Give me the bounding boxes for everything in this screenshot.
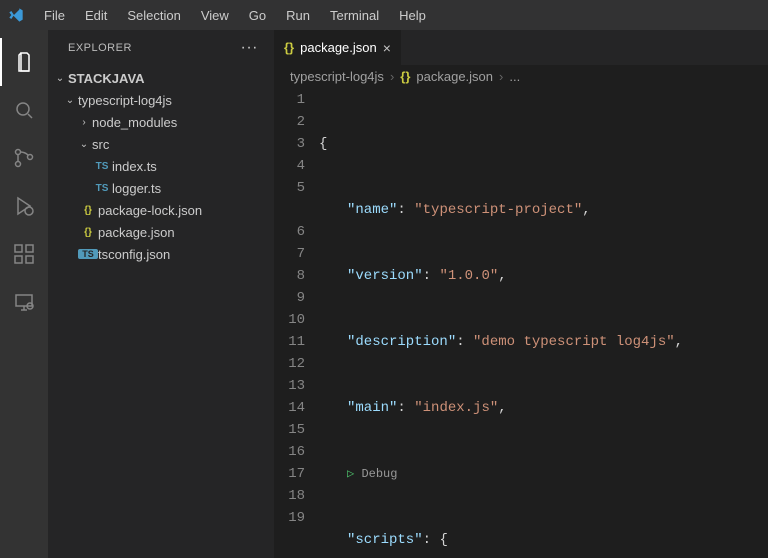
tab-label: package.json xyxy=(300,40,377,55)
folder-src[interactable]: ⌄ src xyxy=(48,133,274,155)
file-logger-ts[interactable]: TS logger.ts xyxy=(48,177,274,199)
file-tsconfig[interactable]: TS tsconfig.json xyxy=(48,243,274,265)
activity-bar xyxy=(0,30,48,558)
chevron-right-icon: › xyxy=(76,117,92,128)
menu-file[interactable]: File xyxy=(36,6,73,25)
chevron-down-icon: ⌄ xyxy=(76,139,92,150)
tsconfig-file-icon: TS xyxy=(78,249,98,259)
breadcrumb-tail: ... xyxy=(509,69,520,84)
breadcrumb-file[interactable]: package.json xyxy=(416,69,493,84)
source-control-icon[interactable] xyxy=(0,134,48,182)
workspace-root[interactable]: ⌄ STACKJAVA xyxy=(48,67,274,89)
close-icon[interactable]: × xyxy=(383,40,391,56)
editor-area: {} package.json × typescript-log4js › {}… xyxy=(274,30,768,558)
ts-file-icon: TS xyxy=(92,183,112,194)
chevron-down-icon: ⌄ xyxy=(62,95,78,106)
remote-icon[interactable] xyxy=(0,278,48,326)
editor[interactable]: 12345678910111213141516171819 { "name": … xyxy=(274,87,768,558)
debug-codelens[interactable]: ▷ Debug xyxy=(319,463,768,485)
line-gutter: 12345678910111213141516171819 xyxy=(274,89,319,558)
chevron-right-icon: › xyxy=(499,69,503,84)
title-bar: File Edit Selection View Go Run Terminal… xyxy=(0,0,768,30)
search-icon[interactable] xyxy=(0,86,48,134)
vscode-logo-icon xyxy=(8,7,24,23)
chevron-down-icon: ⌄ xyxy=(52,73,68,84)
json-file-icon: {} xyxy=(284,40,294,55)
file-package-json[interactable]: {} package.json xyxy=(48,221,274,243)
extensions-icon[interactable] xyxy=(0,230,48,278)
json-file-icon: {} xyxy=(78,205,98,216)
sidebar: EXPLORER ··· ⌄ STACKJAVA ⌄ typescript-lo… xyxy=(48,30,274,558)
file-package-lock[interactable]: {} package-lock.json xyxy=(48,199,274,221)
sidebar-title: EXPLORER xyxy=(68,42,132,54)
code-content[interactable]: { "name": "typescript-project", "version… xyxy=(319,89,768,558)
folder-project[interactable]: ⌄ typescript-log4js xyxy=(48,89,274,111)
json-file-icon: {} xyxy=(78,227,98,238)
menu-edit[interactable]: Edit xyxy=(77,6,115,25)
ts-file-icon: TS xyxy=(92,161,112,172)
tab-package-json[interactable]: {} package.json × xyxy=(274,30,402,65)
explorer-icon[interactable] xyxy=(0,38,48,86)
menu-help[interactable]: Help xyxy=(391,6,434,25)
menu-view[interactable]: View xyxy=(193,6,237,25)
folder-node-modules[interactable]: › node_modules xyxy=(48,111,274,133)
play-icon: ▷ xyxy=(347,467,354,481)
menu-terminal[interactable]: Terminal xyxy=(322,6,387,25)
menu-go[interactable]: Go xyxy=(241,6,274,25)
breadcrumb-root[interactable]: typescript-log4js xyxy=(290,69,384,84)
breadcrumbs[interactable]: typescript-log4js › {} package.json › ..… xyxy=(274,65,768,87)
editor-tabs: {} package.json × xyxy=(274,30,768,65)
file-tree: ⌄ STACKJAVA ⌄ typescript-log4js › node_m… xyxy=(48,65,274,558)
sidebar-header: EXPLORER ··· xyxy=(48,30,274,65)
file-index-ts[interactable]: TS index.ts xyxy=(48,155,274,177)
chevron-right-icon: › xyxy=(390,69,394,84)
menu-selection[interactable]: Selection xyxy=(119,6,188,25)
json-file-icon: {} xyxy=(400,69,410,84)
menu-run[interactable]: Run xyxy=(278,6,318,25)
run-debug-icon[interactable] xyxy=(0,182,48,230)
sidebar-more-icon[interactable]: ··· xyxy=(241,39,258,57)
